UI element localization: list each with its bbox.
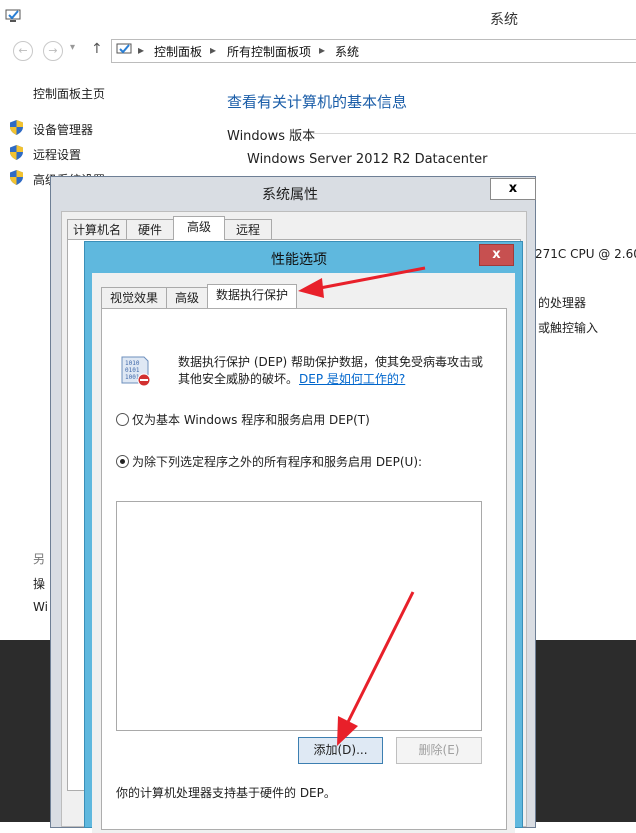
tab-advanced[interactable]: 高级 [173, 216, 225, 240]
red-arrow-to-dep-tab [298, 266, 426, 298]
annotation-overlay [298, 266, 426, 746]
red-arrow-to-add-button [337, 591, 415, 746]
tab-data-execution-prevention[interactable]: 数据执行保护 [207, 284, 297, 308]
